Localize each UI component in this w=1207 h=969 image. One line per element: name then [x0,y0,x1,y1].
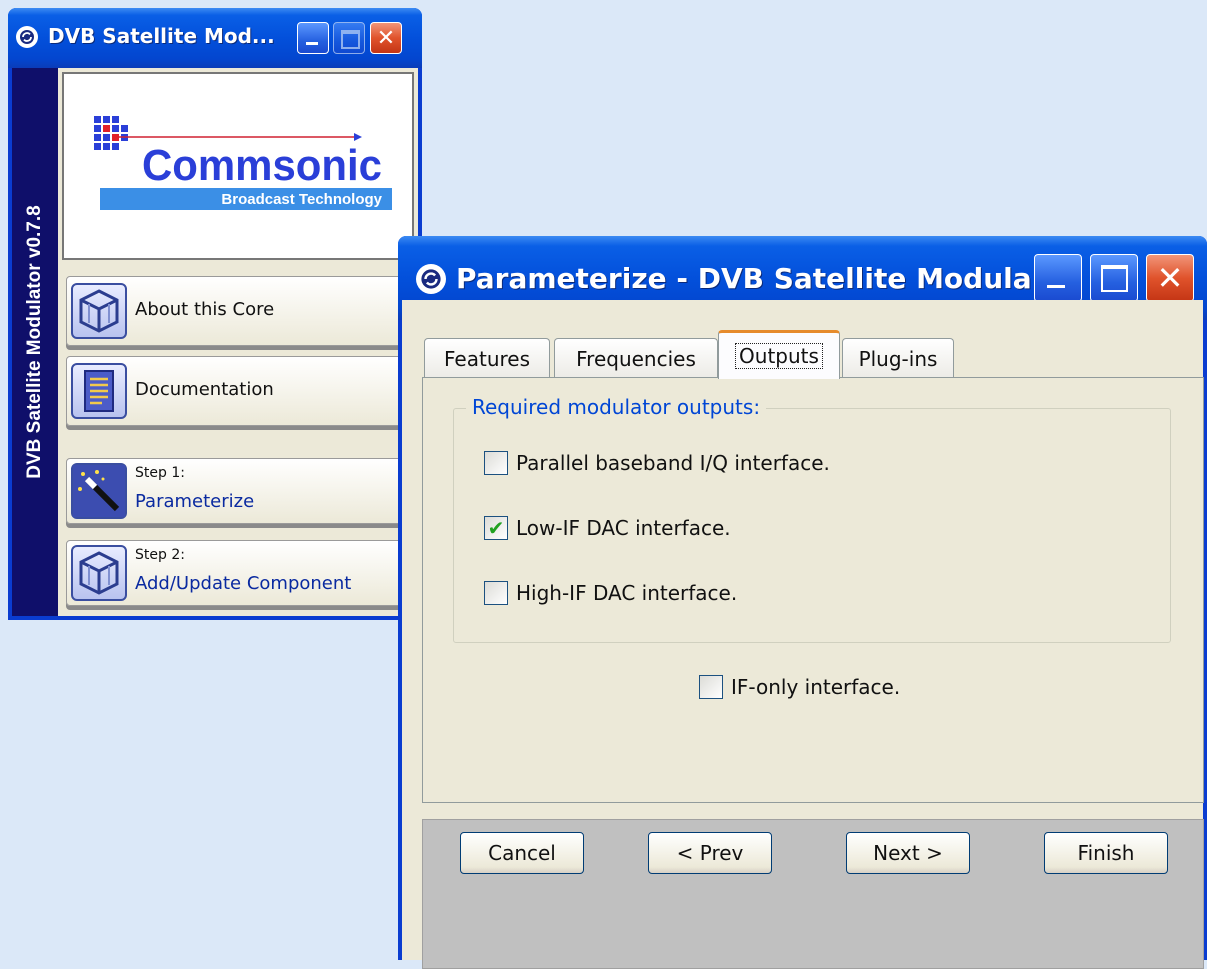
next-label: Next > [873,841,943,865]
prev-button[interactable]: < Prev [648,832,772,874]
parallel-baseband-label: Parallel baseband I/Q interface. [516,451,830,475]
if-only-label: IF-only interface. [731,675,901,699]
app-icon[interactable] [416,264,446,294]
core-title-bar[interactable]: DVB Satellite Mod... ✕ [8,8,422,68]
vertical-title: DVB Satellite Modulator v0.7.8 [24,205,45,479]
cancel-label: Cancel [488,841,556,865]
close-button[interactable]: ✕ [1146,254,1194,302]
tab-features[interactable]: Features [424,338,550,378]
parameterize-window-title: Parameterize - DVB Satellite Modula... [456,262,1064,295]
parameterize-window: Parameterize - DVB Satellite Modula... ✕… [398,236,1207,969]
tab-plug-ins-label: Plug-ins [858,346,938,371]
low-if-dac-label: Low-IF DAC interface. [516,516,731,540]
parallel-baseband-option[interactable]: Parallel baseband I/Q interface. [484,451,830,475]
if-only-option[interactable]: IF-only interface. [699,675,900,699]
cube-icon [71,545,127,601]
document-icon [71,363,127,419]
high-if-dac-label: High-IF DAC interface. [516,581,738,605]
high-if-dac-option[interactable]: High-IF DAC interface. [484,581,737,605]
tab-plug-ins[interactable]: Plug-ins [842,338,954,378]
low-if-dac-option[interactable]: ✔ Low-IF DAC interface. [484,516,731,540]
about-core-button[interactable]: About this Core [66,276,414,346]
low-if-dac-checkbox[interactable]: ✔ [484,516,508,540]
step2-label: Step 2: [135,547,185,563]
cube-icon [71,283,127,339]
prev-label: < Prev [676,841,744,865]
documentation-label: Documentation [135,379,274,400]
checkmark-icon: ✔ [487,516,505,540]
group-title: Required modulator outputs: [466,395,767,419]
tab-outputs[interactable]: Outputs [718,330,840,379]
parameterize-step-button[interactable]: Step 1: Parameterize [66,458,414,524]
maximize-icon [1101,265,1129,293]
cancel-button[interactable]: Cancel [460,832,584,874]
svg-text:Broadcast Technology: Broadcast Technology [221,191,382,208]
app-icon[interactable] [16,26,38,48]
svg-text:Commsonic: Commsonic [142,141,382,190]
finish-label: Finish [1077,841,1135,865]
core-window: DVB Satellite Mod... ✕ DVB Satellite Mod… [8,8,422,620]
minimize-button[interactable] [1034,254,1082,302]
tab-frequencies-label: Frequencies [576,346,696,371]
minimize-button[interactable] [297,22,329,54]
tab-outputs-label: Outputs [735,343,823,369]
close-icon: ✕ [1156,259,1184,297]
maximize-button [333,22,365,54]
close-icon: ✕ [376,25,396,51]
tab-frequencies[interactable]: Frequencies [554,338,718,378]
parallel-baseband-checkbox[interactable] [484,451,508,475]
maximize-icon [340,29,360,50]
commsonic-logo: Commsonic Broadcast Technology [94,116,392,210]
finish-button[interactable]: Finish [1044,832,1168,874]
close-button[interactable]: ✕ [370,22,402,54]
next-button[interactable]: Next > [846,832,970,874]
add-update-step-button[interactable]: Step 2: Add/Update Component [66,540,414,606]
core-window-title: DVB Satellite Mod... [48,24,275,48]
tab-features-label: Features [444,346,530,371]
core-body: DVB Satellite Modulator v0.7.8 Commsonic… [12,68,418,616]
documentation-button[interactable]: Documentation [66,356,414,426]
high-if-dac-checkbox[interactable] [484,581,508,605]
maximize-button[interactable] [1090,254,1138,302]
minimize-icon [305,41,318,45]
about-core-label: About this Core [135,299,275,320]
required-outputs-group: Required modulator outputs: Parallel bas… [453,395,1171,643]
step1-action: Parameterize [135,491,255,512]
step2-action: Add/Update Component [135,573,352,594]
step1-label: Step 1: [135,465,185,481]
minimize-icon [1046,285,1065,289]
if-only-checkbox[interactable] [699,675,723,699]
vertical-banner: DVB Satellite Modulator v0.7.8 [12,68,58,616]
logo-panel: Commsonic Broadcast Technology [62,72,414,260]
magic-wand-icon [71,463,127,519]
outputs-tab-panel: Required modulator outputs: Parallel bas… [422,377,1204,803]
